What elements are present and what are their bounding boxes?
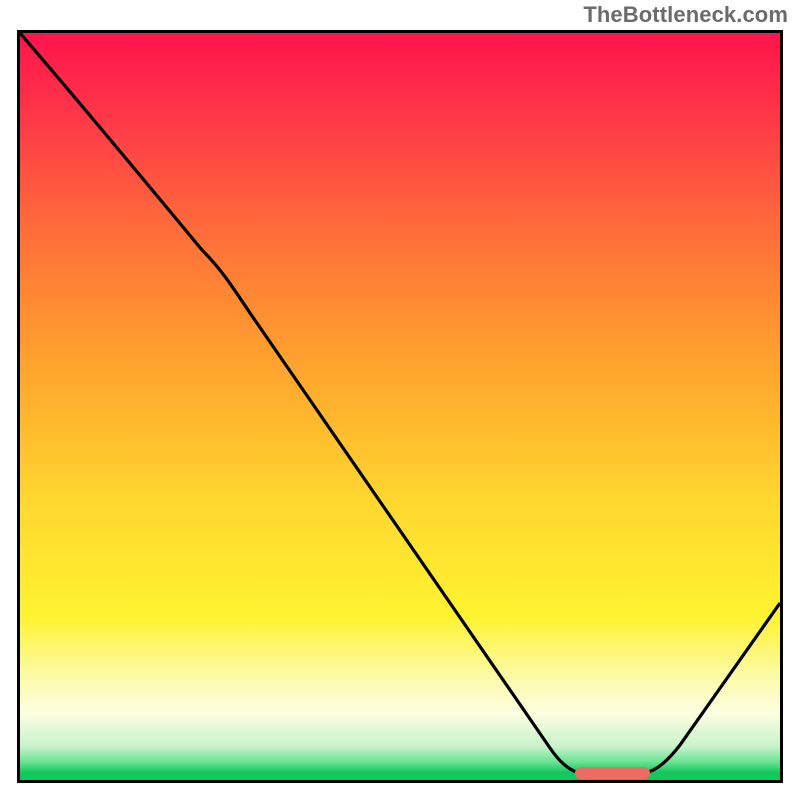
watermark-text: TheBottleneck.com (583, 2, 788, 28)
chart-container (17, 30, 783, 783)
sweet-spot-marker (20, 33, 780, 780)
